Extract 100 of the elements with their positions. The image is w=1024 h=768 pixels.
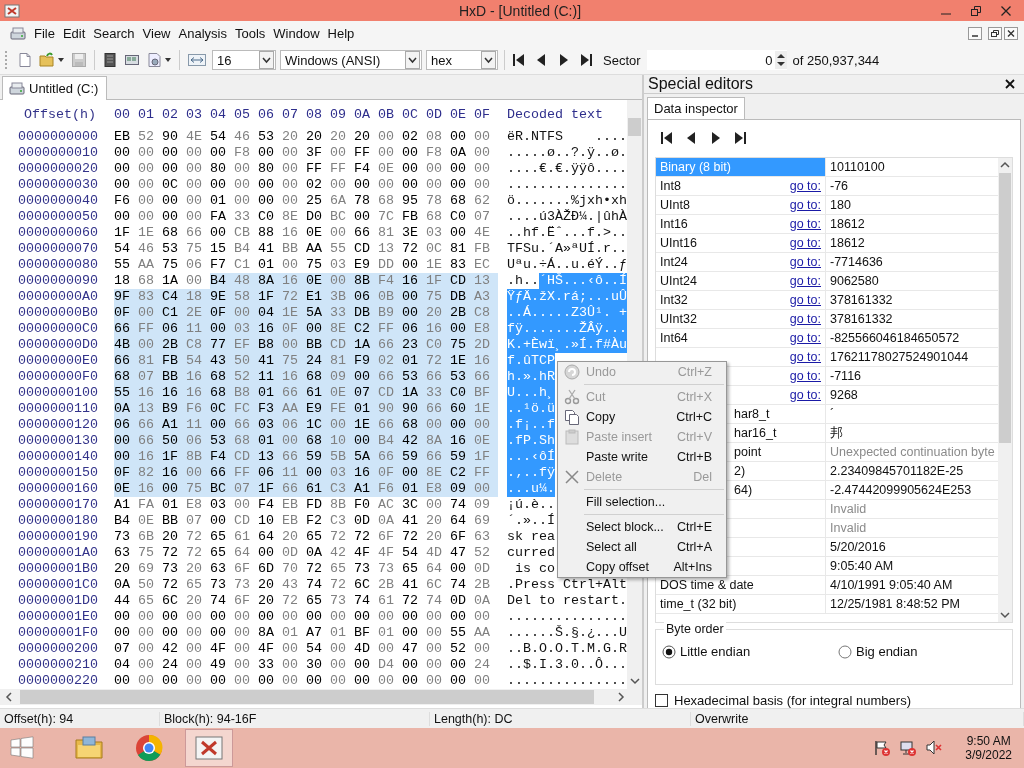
selected-hex-byte: 01 [402,353,426,369]
hex-byte: 65 [306,529,323,545]
selected-hex-byte: 58 [234,289,258,305]
hex-byte: 00 [354,673,371,689]
hex-byte: 00 [474,161,491,177]
hex-byte: 73 [354,561,371,577]
hex-byte: 00 [282,257,299,273]
decoded-text: ëR.NTFS .... [507,129,627,145]
hex-byte: 00 [474,177,491,193]
column-header: 05 [234,107,251,123]
selected-hex-byte: F3 [258,401,282,417]
hex-byte: 46 [138,241,155,257]
hex-byte: 7C [378,209,395,225]
decoded-text: ....ú3ÀŽÐ¼.|ûhÀ [507,209,627,225]
selected-hex-byte: E9 [306,401,330,417]
selected-hex-byte: 0F [378,465,402,481]
selected-hex-byte: 06 [258,465,282,481]
offset-label: 0000000070 [17,241,99,257]
hex-byte: 00 [282,145,299,161]
selected-hex-byte: 66 [426,369,450,385]
hex-byte: 4E [186,129,203,145]
hex-byte: 81 [450,241,467,257]
selected-hex-byte: C0 [450,385,474,401]
hex-byte: 78 [354,193,371,209]
hex-byte: 00 [162,673,179,689]
selected-hex-byte: A1 [354,481,378,497]
hex-byte: 00 [186,673,203,689]
hex-byte: 01 [282,625,299,641]
decoded-text: ............... [507,177,627,193]
field-name: 64) [734,482,753,499]
group-title: Byte order [664,622,726,636]
hex-byte: 55 [114,257,131,273]
field-name: har16_t [734,425,777,442]
column-header: 0E [450,107,467,123]
selected-decoded-text: .f¡..f [507,417,555,433]
hex-byte: 00 [378,177,395,193]
hex-byte: 0D [474,561,491,577]
selected-hex-byte: 00 [402,289,426,305]
hex-byte: F7 [210,257,227,273]
selected-hex-byte: CD [450,273,474,289]
hex-byte: 0C [426,241,443,257]
hex-byte: 20 [426,529,443,545]
column-header: 0F [474,107,491,123]
hex-byte: 00 [330,177,347,193]
hex-byte: 0A [114,577,131,593]
selected-hex-byte: 11 [282,465,306,481]
hex-byte: 00 [162,609,179,625]
selected-hex-byte: 75 [450,337,474,353]
hex-byte: 04 [114,657,131,673]
hex-byte: 00 [282,657,299,673]
hex-byte: 00 [450,161,467,177]
selected-hex-byte: 8B [354,273,378,289]
hex-byte: 00 [210,673,227,689]
selected-hex-byte: 00 [426,417,450,433]
hex-byte: 16 [282,225,299,241]
hex-byte: BB [282,241,299,257]
hex-byte: 00 [114,177,131,193]
selected-hex-byte: 09 [330,369,354,385]
hex-byte: 20 [186,593,203,609]
hex-byte: 73 [330,593,347,609]
offset-label: 0000000100 [17,385,99,401]
selected-hex-byte: 33 [330,305,354,321]
column-header: 0B [378,107,395,123]
selected-hex-byte: 1C [306,417,330,433]
status-text: Block(h): 94-16F [160,711,430,726]
field-name: har8_t [734,406,770,423]
hex-byte: CD [234,513,251,529]
hex-byte: 30 [306,657,323,673]
column-header: 04 [210,107,227,123]
hex-byte: BC [330,209,347,225]
selected-hex-byte: 61 [306,481,330,497]
hex-byte: 2B [474,577,491,593]
selected-hex-byte: 81 [330,353,354,369]
hex-byte: D4 [378,657,395,673]
hex-byte: FA [138,497,155,513]
hex-byte: 00 [234,609,251,625]
hex-byte: 00 [474,129,491,145]
field-value: 378161332 [829,292,894,309]
hex-byte: 00 [282,193,299,209]
selected-hex-byte: F6 [378,481,402,497]
hex-byte: 65 [306,593,323,609]
selected-hex-byte: 01 [402,481,426,497]
hex-byte: E9 [354,257,371,273]
hex-byte: 00 [354,657,371,673]
column-header: 06 [258,107,275,123]
field-value: 邦 [829,425,844,442]
hex-byte: 75 [186,241,203,257]
selected-hex-byte: 16 [186,385,210,401]
decoded-text: ....€.€.ÿÿô.... [507,161,627,177]
hex-byte: CB [234,225,251,241]
selected-hex-byte: 01 [354,401,378,417]
hex-byte: 18 [114,273,131,289]
column-header: 03 [186,107,203,123]
selected-hex-byte: 53 [450,369,474,385]
selected-hex-byte: 06 [402,321,426,337]
decoded-text: ..$.I.3.0..Ô... [507,657,627,673]
hex-byte: 68 [378,193,395,209]
selected-hex-byte: 50 [234,353,258,369]
hex-byte: 1A [162,273,179,289]
field-value: 180 [829,197,852,214]
